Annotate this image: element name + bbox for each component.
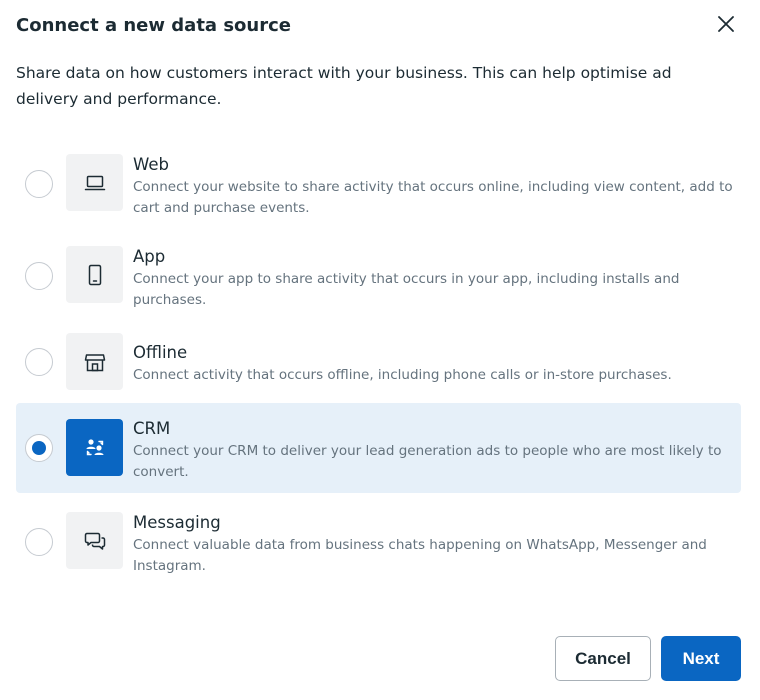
option-title: CRM [133,419,171,438]
option-web[interactable]: Web Connect your website to share activi… [16,146,741,226]
option-messaging[interactable]: Messaging Connect valuable data from bus… [16,504,741,584]
cancel-button[interactable]: Cancel [555,636,651,681]
dialog-title: Connect a new data source [16,15,291,36]
option-description: Connect your CRM to deliver your lead ge… [133,443,722,480]
option-offline[interactable]: Offline Connect activity that occurs off… [16,330,741,394]
option-description: Connect your website to share activity t… [133,179,733,216]
people-sync-icon [66,419,123,476]
option-title: Messaging [133,513,221,532]
mobile-phone-icon [66,246,123,303]
option-description: Connect activity that occurs offline, in… [133,367,672,383]
option-app[interactable]: App Connect your app to share activity t… [16,238,741,318]
store-icon [66,333,123,390]
option-title: Offline [133,343,188,362]
next-button[interactable]: Next [661,636,741,681]
option-description: Connect your app to share activity that … [133,271,680,308]
option-crm[interactable]: CRM Connect your CRM to deliver your lea… [16,403,741,493]
radio-app[interactable] [25,262,53,290]
chat-bubbles-icon [66,512,123,569]
option-title: App [133,247,166,266]
radio-crm[interactable] [25,434,53,462]
close-icon [718,16,734,36]
option-title: Web [133,155,169,174]
dialog-footer: Cancel Next [0,636,760,682]
laptop-icon [66,154,123,211]
radio-web[interactable] [25,170,53,198]
radio-offline[interactable] [25,348,53,376]
option-description: Connect valuable data from business chat… [133,537,707,574]
close-button[interactable] [712,12,740,40]
dialog-description: Share data on how customers interact wit… [16,64,672,108]
radio-messaging[interactable] [25,528,53,556]
